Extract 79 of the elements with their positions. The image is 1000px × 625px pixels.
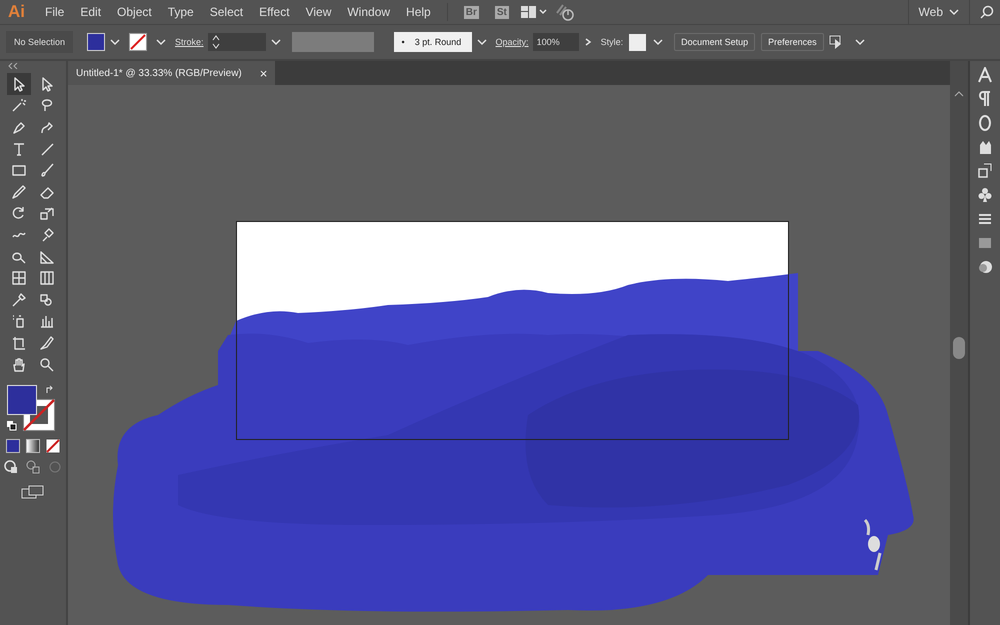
opacity-field[interactable]: 100% <box>532 33 579 51</box>
caret-icon[interactable] <box>155 37 168 47</box>
gradient-mode-button[interactable] <box>26 439 40 454</box>
pencil-icon <box>11 184 27 200</box>
line-icon <box>39 140 55 157</box>
caret-icon <box>949 8 959 16</box>
perspective-icon <box>39 248 55 265</box>
character-icon[interactable] <box>978 67 992 83</box>
menu-item[interactable]: Help <box>398 5 439 19</box>
menu-item[interactable]: Edit <box>72 5 110 19</box>
stock-button[interactable]: St <box>494 6 509 18</box>
draw-behind-icon[interactable] <box>25 459 41 476</box>
draw-mode-icon[interactable] <box>3 459 19 476</box>
close-button[interactable]: × <box>260 66 268 80</box>
scroll-up-icon[interactable] <box>954 91 964 97</box>
menu-item[interactable]: Type <box>160 5 202 19</box>
selection-status: No Selection <box>6 31 74 53</box>
screen-mode-icon[interactable] <box>21 485 45 500</box>
transparency-icon[interactable] <box>978 259 992 275</box>
collapse-icon[interactable] <box>8 63 18 69</box>
magic-wand-icon <box>11 97 27 114</box>
toolbar-button[interactable]: Document Setup <box>674 33 756 51</box>
variable-width-field[interactable] <box>292 32 374 52</box>
tool-button[interactable] <box>7 73 31 95</box>
hand-icon <box>11 356 27 373</box>
brush-name: 3 pt. Round <box>414 37 462 47</box>
menu-item[interactable]: Window <box>339 5 398 19</box>
toolbar-button[interactable]: Preferences <box>761 33 824 51</box>
layout-icon[interactable] <box>520 5 547 19</box>
default-colors-icon[interactable] <box>7 421 17 432</box>
caret-icon[interactable] <box>652 37 664 47</box>
gradient-icon <box>39 270 55 286</box>
zoom-icon <box>39 356 55 373</box>
document-title: Untitled-1* @ 33.33% (RGB/Preview) <box>76 68 242 78</box>
workspace-switcher[interactable]: Web <box>908 0 970 24</box>
search-icon[interactable] <box>980 5 994 19</box>
scroll-thumb[interactable] <box>953 337 965 359</box>
fill-swatch[interactable] <box>87 33 106 51</box>
brush-field[interactable]: • 3 pt. Round <box>394 32 472 52</box>
vertical-scrollbar[interactable] <box>950 61 970 625</box>
chevron-icon[interactable] <box>582 37 593 47</box>
opacity-label[interactable]: Opacity: <box>492 37 533 47</box>
glyph-icon[interactable] <box>978 115 992 131</box>
spinner-icon[interactable] <box>212 34 220 50</box>
lasso-icon <box>39 97 55 114</box>
caret-icon[interactable] <box>476 37 488 47</box>
scale-icon <box>39 205 55 222</box>
bar-chart-icon <box>39 313 55 330</box>
eyedropper-icon <box>11 292 27 308</box>
caret-icon[interactable] <box>109 37 122 47</box>
stroke-none-swatch[interactable] <box>129 33 148 51</box>
menu-item[interactable]: View <box>298 5 340 19</box>
brush-icon <box>39 162 55 178</box>
club-icon[interactable] <box>978 187 992 203</box>
swap-icon[interactable] <box>45 385 55 396</box>
caret-icon[interactable] <box>854 37 866 47</box>
menu-item[interactable]: File <box>37 5 72 19</box>
document-tab[interactable]: Untitled-1* @ 33.33% (RGB/Preview) × <box>68 61 276 85</box>
artboard-icon <box>11 334 27 351</box>
menu-item[interactable]: Object <box>109 5 160 19</box>
stroke-weight-field[interactable] <box>208 33 266 51</box>
menu-item[interactable]: Select <box>202 5 252 19</box>
mesh-icon <box>11 270 27 286</box>
gradient-panel-icon[interactable] <box>978 235 992 251</box>
style-label: Style: <box>600 37 624 47</box>
stroke-label[interactable]: Stroke: <box>171 37 208 47</box>
symbols-icon[interactable] <box>978 163 992 179</box>
menu-item[interactable]: Effect <box>251 5 298 19</box>
caret-icon[interactable] <box>270 37 282 47</box>
brush-dot: • <box>402 37 405 47</box>
fill-color-swatch[interactable] <box>7 385 37 416</box>
slice-icon <box>39 334 55 351</box>
style-swatch[interactable] <box>629 34 646 50</box>
stroke-panel-icon[interactable] <box>978 211 992 227</box>
paragraph-icon[interactable] <box>978 91 992 107</box>
color-mode-button[interactable] <box>6 439 20 454</box>
bridge-button[interactable]: Br <box>464 6 479 18</box>
type-icon <box>11 140 27 157</box>
none-mode-button[interactable] <box>46 439 60 454</box>
